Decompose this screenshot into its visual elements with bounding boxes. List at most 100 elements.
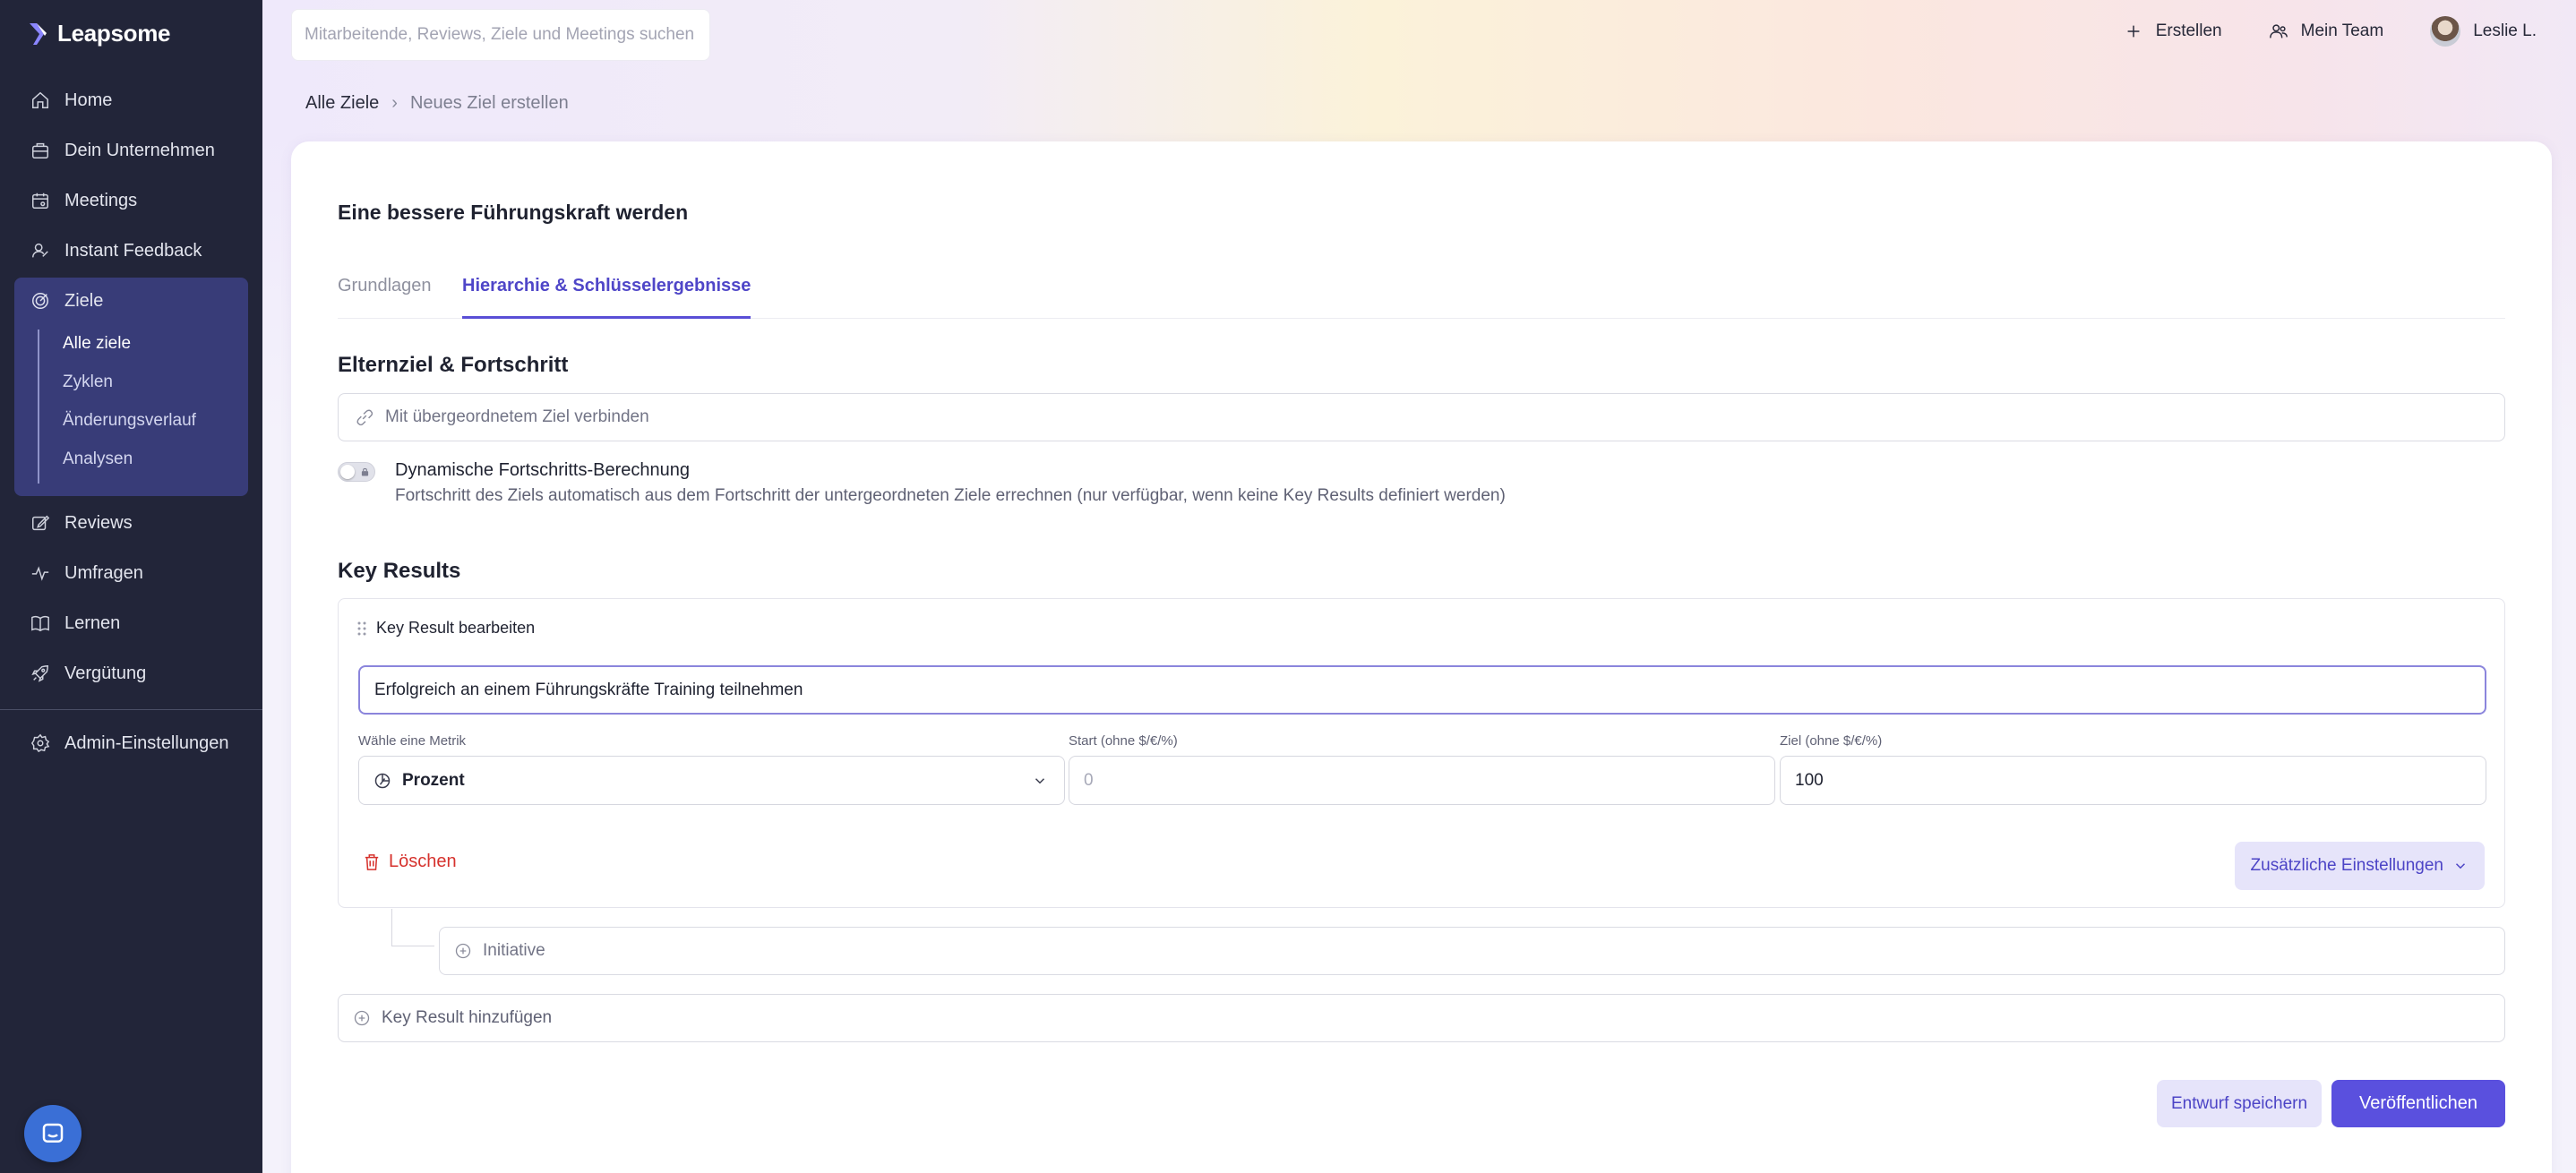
topbar-actions: Erstellen Mein Team Leslie L. [2124, 16, 2537, 47]
key-result-edit-header: Key Result bearbeiten [356, 619, 535, 638]
calendar-icon [32, 193, 48, 209]
lock-icon [361, 467, 369, 476]
nav-item-meetings[interactable]: Meetings [14, 177, 248, 224]
metric-value: Prozent [402, 770, 465, 790]
add-initiative-button[interactable]: Initiative [439, 927, 2505, 975]
initiative-label: Initiative [483, 941, 545, 960]
tab-basics[interactable]: Grundlagen [338, 274, 432, 319]
start-label: Start (ohne $/€/%) [1069, 733, 1178, 749]
metric-label: Wähle eine Metrik [358, 733, 467, 749]
percent-chart-icon [374, 773, 391, 788]
key-result-title-input[interactable]: Erfolgreich an einem Führungskräfte Trai… [358, 665, 2486, 715]
nav-item-compensation[interactable]: Vergütung [14, 650, 248, 697]
nav-item-surveys[interactable]: Umfragen [14, 550, 248, 596]
nav-item-home[interactable]: Home [14, 77, 248, 124]
feedback-icon [32, 243, 48, 258]
target-value-field[interactable]: 100 [1780, 756, 2486, 805]
nav-item-learning[interactable]: Lernen [14, 600, 248, 646]
sub-item-cycles[interactable]: Zyklen [63, 364, 113, 400]
parent-goal-placeholder: Mit übergeordnetem Ziel verbinden [385, 407, 649, 426]
metric-select[interactable]: Prozent [358, 756, 1065, 805]
nav-group-goals: Ziele Alle ziele Zyklen Änderungsverlauf… [14, 278, 248, 496]
trash-icon [365, 853, 379, 870]
goal-form-card: Eine bessere Führungskraft werden Grundl… [291, 141, 2552, 1173]
main-area: Erstellen Mein Team Leslie L. Alle Ziele… [262, 0, 2576, 1173]
user-menu[interactable]: Leslie L. [2430, 16, 2537, 47]
home-icon [32, 91, 48, 108]
chevron-down-icon [1035, 777, 1045, 783]
additional-settings-button[interactable]: Zusätzliche Einstellungen [2234, 842, 2485, 890]
rocket-icon [31, 665, 48, 682]
delete-key-result-button[interactable]: Löschen [364, 852, 457, 872]
sub-nav-rail [38, 330, 39, 484]
sidebar: Leapsome Home Dein Unternehmen Meetings … [0, 0, 262, 1173]
nav-label: Lernen [64, 612, 121, 633]
goal-tabs: Grundlagen Hierarchie & Schlüsselergebni… [338, 274, 2505, 319]
gear-icon [30, 733, 50, 753]
goal-title: Eine bessere Führungskraft werden [338, 201, 689, 224]
dynamic-progress-description: Fortschritt des Ziels automatisch aus de… [395, 486, 1506, 505]
building-icon [32, 142, 48, 158]
my-team-button[interactable]: Mein Team [2269, 21, 2384, 41]
nav-item-reviews[interactable]: Reviews [14, 500, 248, 546]
nav-item-admin-settings[interactable]: Admin-Einstellungen [14, 720, 248, 766]
target-value: 100 [1795, 770, 1824, 790]
save-draft-button[interactable]: Entwurf speichern [2157, 1080, 2322, 1127]
nav-label: Vergütung [64, 663, 147, 683]
global-search[interactable] [291, 9, 710, 61]
key-result-title-value: Erfolgreich an einem Führungskräfte Trai… [374, 680, 803, 699]
team-icon [2269, 24, 2288, 39]
nav-label: Ziele [64, 290, 104, 311]
brand-name: Leapsome [57, 20, 171, 47]
target-icon [32, 293, 48, 309]
breadcrumb-all-goals[interactable]: Alle Ziele [305, 93, 379, 114]
parent-goal-link-field[interactable]: Mit übergeordnetem Ziel verbinden [338, 393, 2505, 441]
search-input[interactable] [305, 25, 697, 45]
nav-label: Home [64, 90, 113, 110]
sub-item-changelog[interactable]: Änderungsverlauf [63, 403, 196, 439]
my-team-label: Mein Team [2300, 21, 2384, 40]
edit-icon [32, 515, 50, 531]
link-icon [356, 409, 374, 426]
add-key-result-label: Key Result hinzufügen [382, 1008, 553, 1027]
brand-logo[interactable]: Leapsome [27, 20, 171, 47]
breadcrumb: Alle Ziele › Neues Ziel erstellen [305, 93, 569, 114]
plus-circle-icon [455, 943, 471, 959]
sub-item-all-goals[interactable]: Alle ziele [63, 326, 131, 362]
add-key-result-button[interactable]: Key Result hinzufügen [338, 994, 2505, 1042]
sidebar-divider [0, 709, 262, 710]
nav-item-company[interactable]: Dein Unternehmen [14, 127, 248, 174]
publish-button[interactable]: Veröffentlichen [2331, 1080, 2505, 1127]
nav-label: Meetings [64, 190, 138, 210]
avatar [2430, 16, 2461, 47]
pulse-icon [31, 566, 49, 581]
chevron-right-icon: › [391, 93, 398, 113]
breadcrumb-current: Neues Ziel erstellen [409, 93, 569, 113]
drag-handle-icon[interactable] [356, 621, 367, 637]
start-placeholder: 0 [1084, 770, 1094, 790]
dynamic-progress-toggle[interactable] [338, 462, 375, 482]
chevron-down-icon [2455, 863, 2466, 869]
nav-item-feedback[interactable]: Instant Feedback [14, 227, 248, 274]
sub-item-analytics[interactable]: Analysen [63, 441, 133, 477]
tab-hierarchy-key-results[interactable]: Hierarchie & Schlüsselergebnisse [462, 274, 751, 319]
nav-label: Admin-Einstellungen [64, 732, 229, 753]
delete-label: Löschen [389, 852, 457, 871]
dynamic-progress-label: Dynamische Fortschritts-Berechnung [395, 460, 691, 480]
hierarchy-connector [391, 909, 434, 946]
nav-item-goals[interactable]: Ziele [14, 278, 248, 324]
start-value-field[interactable]: 0 [1069, 756, 1775, 805]
nav-label: Instant Feedback [64, 240, 202, 261]
key-results-heading: Key Results [338, 559, 461, 583]
chat-icon [42, 1123, 64, 1143]
nav-label: Reviews [64, 512, 133, 533]
key-result-editor: Key Result bearbeiten Erfolgreich an ein… [338, 598, 2505, 908]
nav-label: Umfragen [64, 562, 143, 583]
additional-settings-label: Zusätzliche Einstellungen [2250, 856, 2443, 875]
toggle-knob [340, 465, 355, 479]
nav-label: Dein Unternehmen [64, 140, 215, 160]
book-icon [31, 615, 49, 632]
parent-section-heading: Elternziel & Fortschritt [338, 353, 569, 377]
create-button[interactable]: Erstellen [2124, 21, 2222, 41]
support-chat-button[interactable] [24, 1105, 82, 1162]
